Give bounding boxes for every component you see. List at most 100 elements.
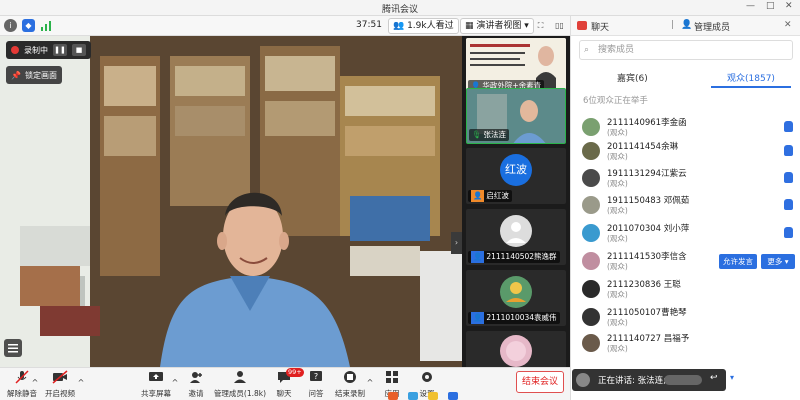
tab-chat[interactable]: 聊天 — [591, 20, 609, 33]
member-role: (观众) — [607, 234, 628, 243]
fullscreen-icon[interactable]: ⛶ — [534, 19, 547, 32]
raised-hand-icon — [784, 121, 793, 132]
member-avatar — [582, 280, 600, 298]
share-screen-icon — [149, 372, 163, 381]
app-icon[interactable] — [448, 392, 458, 400]
shield-icon[interactable]: ◆ — [22, 19, 35, 32]
allow-speak-button[interactable]: 允许发言 — [719, 254, 757, 269]
member-role: (观众) — [607, 206, 628, 215]
speaker-video-scene — [0, 36, 462, 367]
participant-name: 🎙 张法连 — [469, 129, 510, 141]
layout-label: 演讲者视图 — [476, 21, 522, 31]
tab-manage-members[interactable]: 管理成员 — [694, 20, 730, 33]
stop-record-button[interactable]: ■ — [72, 44, 86, 56]
participant-strip[interactable]: 👤 华政外院+余素青 🎙 张法连 红波 👤 启红波 👤 2111140502熊逸群 👤 2… — [462, 36, 570, 367]
speaking-label: 正在讲话: 张法连; — [598, 376, 666, 386]
user-icon: 👤 — [471, 251, 485, 263]
invite-icon — [190, 372, 202, 383]
panel-close-button[interactable]: ✕ — [784, 20, 792, 30]
member-row[interactable]: 2111141530李信含 (观众) 允许发言 更多 ▾ — [571, 250, 800, 272]
speaker-avatar — [576, 373, 590, 387]
participant-name-label: 张法连 — [483, 130, 507, 139]
mic-icon: 🎙 — [472, 130, 482, 139]
member-avatar — [582, 334, 600, 352]
maximize-button[interactable]: □ — [766, 1, 775, 11]
member-role: (观众) — [607, 262, 628, 271]
member-row[interactable]: 1911150483 邓佩茹 (观众) — [571, 194, 800, 216]
video-options-chevron[interactable]: ^ — [76, 378, 86, 387]
member-row[interactable]: 2011141454余琳 (观众) — [571, 140, 800, 162]
lock-screen-button[interactable]: 📌 锁定画面 — [6, 66, 62, 84]
mic-muted-icon — [15, 370, 29, 384]
viewers-label: 1.9k人看过 — [407, 21, 454, 31]
viewers-count[interactable]: 👥 1.9k人看过 — [388, 18, 459, 34]
member-row[interactable]: 2111050107曹艳琴 (观众) — [571, 306, 800, 328]
audience-tab-underline — [711, 86, 791, 88]
end-meeting-button[interactable]: 结束会议 — [516, 371, 564, 393]
member-search-input[interactable]: ⌕ 搜索成员 — [579, 40, 793, 60]
speaking-dropdown-icon[interactable]: ▾ — [730, 373, 734, 382]
manage-members-button[interactable]: 管理成员(1.8k) — [212, 370, 268, 399]
layout-selector[interactable]: ▦ 演讲者视图 ▾ — [460, 18, 534, 34]
main-video: 录制中 ❚❚ ■ 📌 锁定画面 › — [0, 36, 462, 367]
participant-tile[interactable]: 🎙 张法连 — [466, 88, 566, 144]
panel-tabs: 聊天 | 👤 管理成员 ✕ — [571, 16, 800, 36]
window-title: 腾讯会议 — [381, 5, 418, 15]
app-icon[interactable] — [428, 392, 438, 400]
member-panel: 聊天 | 👤 管理成员 ✕ ⌕ 搜索成员 嘉宾(6) 观众(1857) 6位观众… — [570, 16, 800, 400]
app-icon[interactable] — [408, 392, 418, 400]
participant-tile[interactable] — [466, 331, 566, 367]
close-button[interactable]: ✕ — [785, 1, 793, 11]
participant-tile[interactable]: 👤 华政外院+余素青 — [466, 38, 566, 94]
info-icon[interactable]: i — [4, 19, 17, 32]
member-row[interactable]: 2111140961李金函 (观众) — [571, 116, 800, 138]
member-role: (观众) — [607, 179, 628, 188]
search-icon: ⌕ — [584, 45, 590, 55]
more-button[interactable]: 更多 ▾ — [761, 254, 795, 269]
member-avatar — [582, 308, 600, 326]
stop-record-icon — [344, 371, 356, 383]
participant-name-label: 2111140502熊逸群 — [486, 252, 557, 261]
member-avatar — [582, 142, 600, 160]
layout-icon: ▦ — [465, 21, 477, 31]
members-icon — [234, 371, 246, 383]
collapse-strip-button[interactable]: › — [451, 232, 462, 254]
pause-record-button[interactable]: ❚❚ — [53, 44, 67, 56]
share-screen-label: 共享屏幕 — [141, 389, 171, 398]
tab-separator: | — [671, 20, 675, 30]
split-view-icon[interactable]: ▯▯ — [553, 19, 566, 32]
tab-guests[interactable]: 嘉宾(6) — [617, 71, 648, 84]
participant-tile[interactable]: 👤 2111140502熊逸群 — [466, 209, 566, 265]
gear-icon — [422, 372, 432, 382]
chat-tab-icon — [577, 21, 587, 30]
members-tab-icon: 👤 — [681, 20, 693, 30]
svg-text:?: ? — [314, 372, 318, 381]
member-row[interactable]: 2111140727 昌福予 (观众) — [571, 332, 800, 354]
participant-name: 👤 启红波 — [468, 190, 512, 202]
participant-name: 👤 2111010034袁威伟 — [468, 312, 560, 324]
user-icon: 👤 — [471, 312, 485, 324]
participant-tile[interactable]: 👤 2111010034袁威伟 — [466, 270, 566, 326]
pin-icon: 📌 — [11, 70, 21, 80]
host-icon: 👤 — [471, 190, 485, 202]
app-icon[interactable] — [388, 392, 398, 400]
signal-icon[interactable] — [40, 19, 53, 32]
qa-icon: ? — [310, 371, 322, 381]
member-row[interactable]: 2011070304 刘小萍 (观众) — [571, 222, 800, 244]
menu-icon[interactable] — [4, 339, 22, 357]
taskbar-icons — [380, 392, 510, 400]
tab-audience[interactable]: 观众(1857) — [727, 71, 775, 84]
minimize-button[interactable]: — — [746, 1, 755, 11]
meeting-timer: 37:51 — [356, 20, 382, 30]
member-avatar — [582, 196, 600, 214]
collapse-speaking-icon[interactable]: ↩ — [710, 373, 718, 383]
manage-members-label: 管理成员(1.8k) — [213, 389, 267, 398]
participant-name-label: 启红波 — [486, 191, 509, 200]
member-row[interactable]: 1911131294江紫云 (观众) — [571, 167, 800, 189]
people-icon: 👥 — [393, 21, 408, 31]
hand-raise-hint: 6位观众正在举手 — [583, 96, 648, 106]
lock-screen-label: 锁定画面 — [24, 70, 57, 80]
apps-icon — [386, 371, 398, 383]
participant-tile[interactable]: 红波 👤 启红波 — [466, 148, 566, 204]
member-row[interactable]: 2111230836 王聪 (观众) — [571, 278, 800, 300]
